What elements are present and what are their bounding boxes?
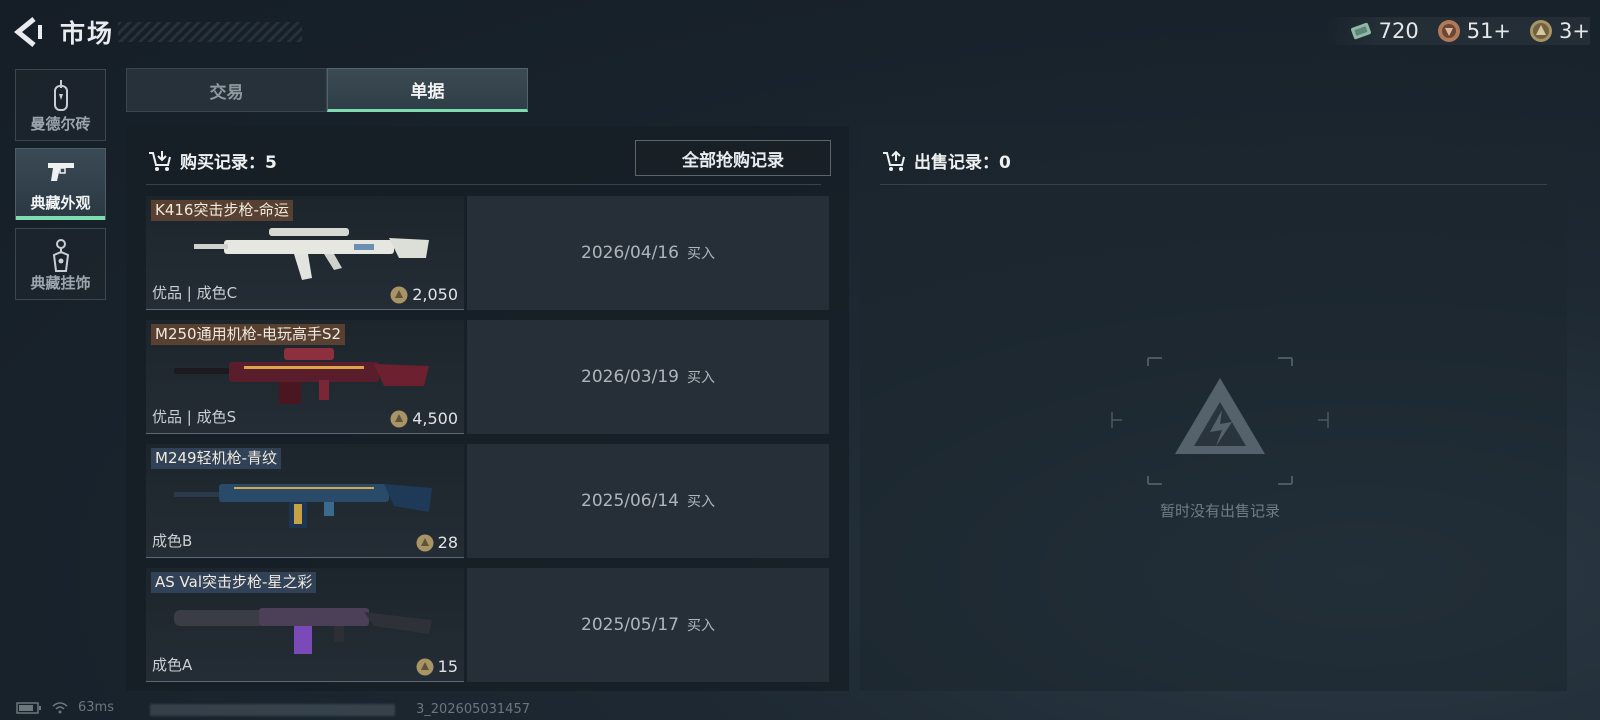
back-button[interactable] [14,16,44,48]
item-quality: 优品 | 成色S [152,408,237,426]
item-name: AS Val突击步枪-星之彩 [151,572,317,593]
item-price-value: 28 [437,533,458,552]
battery-icon [16,701,41,714]
cash-ticket-icon [1350,22,1371,40]
currency-cash[interactable]: 720 [1349,19,1419,43]
rifle-as-val-image [174,608,432,654]
sale-records-title: 出售记录：0 [914,153,1011,173]
sidebar-item-label: 典藏挂饰 [30,274,91,292]
bronze-badge-icon [1437,20,1460,42]
currency-coin-value: 3+ [1559,19,1590,43]
currency-badge-value: 51+ [1466,19,1512,43]
sidebar-item-collection-charm[interactable]: 典藏挂饰 [15,228,106,300]
rifle-k416-image [194,228,429,280]
divider [146,184,821,185]
empty-state-logo-icon [1111,357,1329,485]
wifi-icon [52,701,68,713]
item-price: 4,500 [390,409,458,428]
cart-in-icon [149,150,171,171]
item-name: M249轻机枪-青纹 [151,448,281,469]
record-action: 买入 [686,246,715,262]
cart-out-icon [883,150,905,171]
machine-gun-m250-image [174,348,429,404]
currency-badge[interactable]: 51+ [1437,19,1511,43]
page-title: 市场 [60,19,115,48]
item-price-value: 4,500 [412,409,458,428]
sidebar-item-mandel-brick[interactable]: 曼德尔砖 [15,69,106,141]
record-date-cell: 2025/06/14 买入 [467,444,829,558]
light-mg-m249-image [174,484,432,528]
item-price: 15 [416,657,458,676]
build-version: 3_202605031457 [415,702,530,717]
record-date: 2026/04/16 [581,243,679,263]
item-price: 2,050 [390,285,458,304]
currency-bar: 720 51+ 3+ [1324,17,1590,45]
currency-cash-value: 720 [1378,19,1419,43]
purchase-record-list[interactable]: K416突击步枪-命运 优品 | 成色C 2,050 2026/04/16 买入 [146,196,836,686]
tab-bar: 交易 单据 [126,68,528,112]
top-bar: 市场 720 51+ 3+ [0,0,1600,62]
pistol-icon [47,163,74,181]
purchase-records-title: 购买记录：5 [180,153,277,173]
item-quality: 优品 | 成色C [152,284,238,302]
record-date-cell: 2026/03/19 买入 [467,320,829,434]
gold-coin-icon [1530,20,1553,42]
list-item[interactable]: K416突击步枪-命运 优品 | 成色C 2,050 2026/04/16 买入 [146,196,829,310]
record-action: 买入 [686,618,715,634]
sidebar-item-collection-skin[interactable]: 典藏外观 [15,148,106,220]
back-arrow-icon [14,17,42,47]
sale-records-panel: 出售记录：0 暂时没有出售记录 [860,126,1567,691]
list-item[interactable]: M249轻机枪-青纹 成色B 28 2025/06/14 买入 [146,444,829,558]
title-decoration [118,22,302,42]
item-card[interactable]: M250通用机枪-电玩高手S2 优品 | 成色S 4,500 [146,320,464,434]
purchase-records-header: 购买记录：5 [148,148,277,173]
item-price-value: 2,050 [412,285,458,304]
record-date-cell: 2025/05/17 买入 [467,568,829,682]
item-price-value: 15 [437,657,458,676]
all-grab-records-button[interactable]: 全部抢购记录 [635,140,831,176]
gold-coin-icon [416,534,434,551]
record-action: 买入 [686,370,715,386]
list-item[interactable]: AS Val突击步枪-星之彩 成色A 15 2025/05/17 买入 [146,568,829,682]
purchase-records-panel: 购买记录：5 全部抢购记录 K416突击步枪-命运 优品 | 成色C 2,050… [126,126,849,691]
sidebar-item-label: 曼德尔砖 [30,115,91,133]
item-card[interactable]: AS Val突击步枪-星之彩 成色A 15 [146,568,464,682]
item-card[interactable]: M249轻机枪-青纹 成色B 28 [146,444,464,558]
brick-icon [53,80,68,111]
gold-coin-icon [416,658,434,675]
gold-coin-icon [390,410,408,427]
tab-orders[interactable]: 单据 [327,68,528,112]
empty-sales-message: 暂时没有出售记录 [1159,502,1280,520]
ping-value: 63ms [78,700,114,715]
record-date: 2025/06/14 [581,491,679,511]
sidebar-item-label: 典藏外观 [30,194,91,212]
record-action: 买入 [686,494,715,510]
item-price: 28 [416,533,458,552]
sale-records-header: 出售记录：0 [882,148,1011,173]
item-quality: 成色B [152,532,193,550]
item-quality: 成色A [152,656,193,674]
divider [880,184,1547,185]
status-bar: 63ms [16,700,114,715]
item-card[interactable]: K416突击步枪-命运 优品 | 成色C 2,050 [146,196,464,310]
record-date: 2025/05/17 [581,615,679,635]
list-item[interactable]: M250通用机枪-电玩高手S2 优品 | 成色S 4,500 2026/03/1… [146,320,829,434]
gold-coin-icon [390,286,408,303]
currency-coin[interactable]: 3+ [1529,19,1590,43]
record-date: 2026/03/19 [581,367,679,387]
item-name: M250通用机枪-电玩高手S2 [151,324,346,345]
record-date-cell: 2026/04/16 买入 [467,196,829,310]
item-name: K416突击步枪-命运 [151,200,293,221]
charm-tag-icon [52,239,69,272]
tab-trade[interactable]: 交易 [126,68,327,112]
